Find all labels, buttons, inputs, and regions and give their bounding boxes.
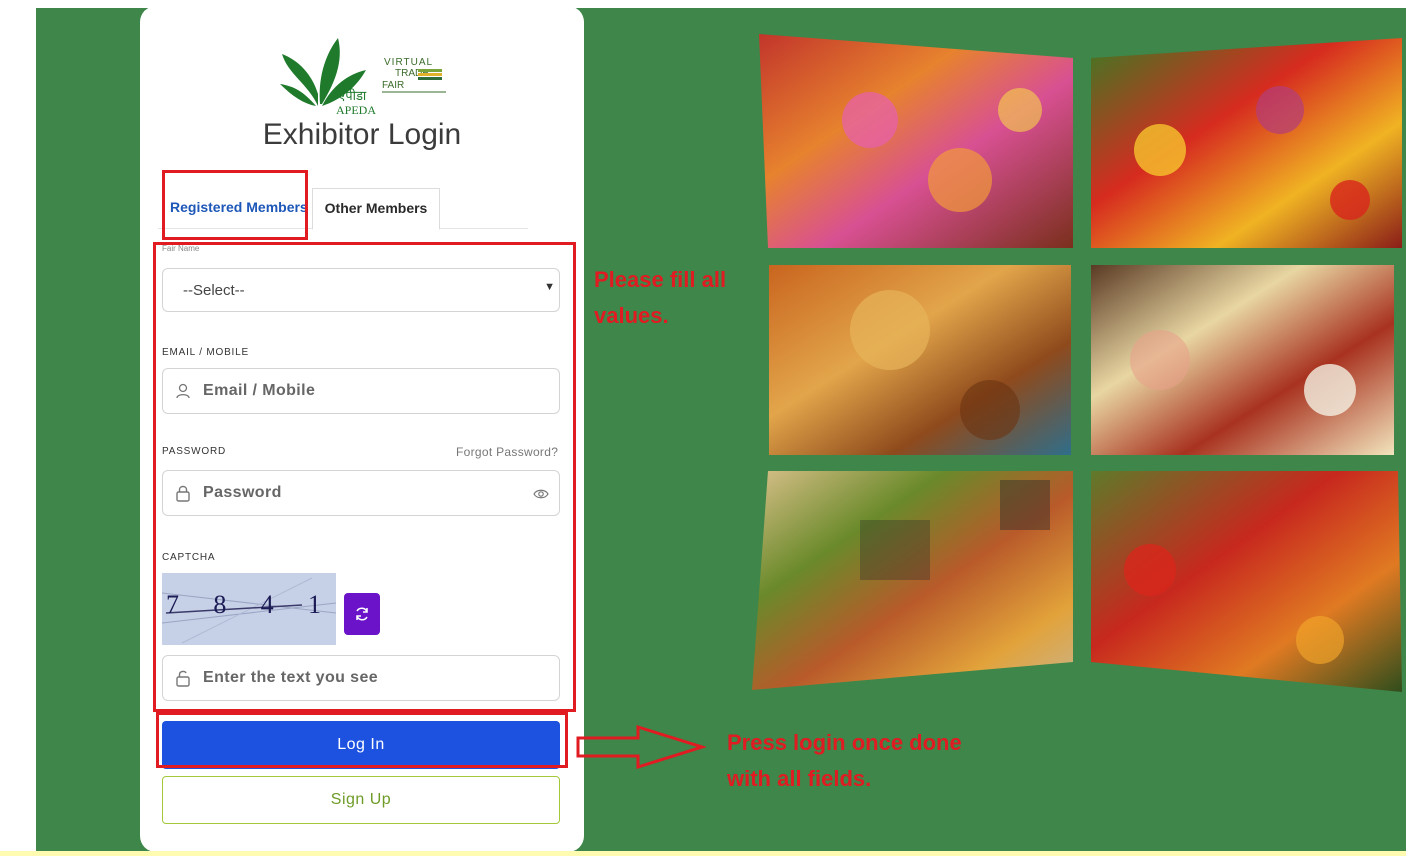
logo-fair-text: FAIR <box>382 80 404 91</box>
page-title: Exhibitor Login <box>262 118 462 151</box>
other-members-tab-highlight <box>162 170 308 240</box>
press-login-annotation: Press login once done with all fields. <box>727 730 962 791</box>
logo-hindi-text: एपीडा <box>338 88 367 104</box>
bottom-strip <box>0 851 1406 856</box>
login-button-highlight <box>156 712 568 768</box>
arrow-right-icon <box>576 724 706 770</box>
fill-values-annotation: Please fill all values. <box>594 267 727 328</box>
form-fields-highlight <box>153 242 576 712</box>
logo-virtual-text: VIRTUAL <box>384 57 433 68</box>
tab-other-members[interactable]: Other Members <box>312 188 440 230</box>
signup-button[interactable]: Sign Up <box>162 776 560 824</box>
apeda-logo: VIRTUAL TRADE FAIR एपीडा APEDA <box>280 38 446 117</box>
logo-apeda-text: APEDA <box>336 103 376 117</box>
